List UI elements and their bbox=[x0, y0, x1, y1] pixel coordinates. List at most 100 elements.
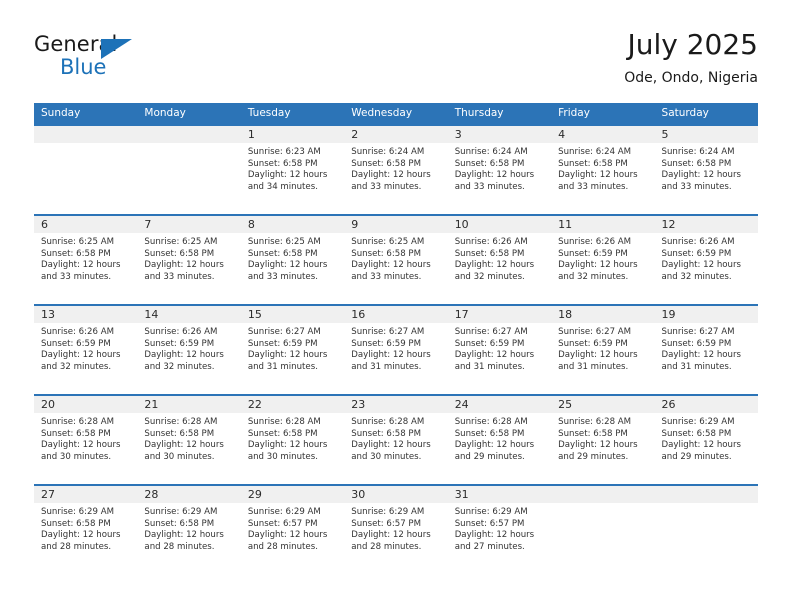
day-cell[interactable]: 11 Sunrise: 6:26 AM Sunset: 6:59 PM Dayligh… bbox=[551, 216, 655, 304]
day-number: 26 bbox=[661, 398, 676, 411]
day-details: Sunrise: 6:25 AM Sunset: 6:58 PM Daylight:… bbox=[34, 233, 137, 283]
day-detail-line: and 32 minutes. bbox=[661, 271, 732, 282]
day-detail-line: Sunset: 6:58 PM bbox=[454, 248, 525, 259]
page-subtitle: Ode, Ondo, Nigeria bbox=[624, 70, 758, 86]
day-number-band bbox=[137, 126, 241, 143]
day-detail-line: Sunset: 6:58 PM bbox=[351, 428, 422, 439]
day-number: 20 bbox=[41, 398, 55, 411]
day-detail-line: Sunrise: 6:24 AM bbox=[351, 147, 425, 157]
day-cell[interactable]: 16 Sunrise: 6:27 AM Sunset: 6:59 PM Dayligh… bbox=[344, 306, 448, 394]
day-cell[interactable]: 31 Sunrise: 6:29 AM Sunset: 6:57 PM Dayligh… bbox=[447, 486, 552, 574]
day-number-band: 3 bbox=[447, 126, 552, 143]
day-detail-line: Sunrise: 6:23 AM bbox=[247, 147, 321, 157]
day-cell[interactable]: 28 Sunrise: 6:29 AM Sunset: 6:58 PM Dayligh… bbox=[137, 486, 241, 574]
day-number-band: 27 bbox=[34, 486, 138, 503]
day-detail-line: Sunrise: 6:26 AM bbox=[454, 237, 528, 247]
day-cell[interactable]: 30 Sunrise: 6:29 AM Sunset: 6:57 PM Dayligh… bbox=[344, 486, 448, 574]
day-detail-line: and 30 minutes. bbox=[144, 451, 215, 462]
day-detail-line: and 33 minutes. bbox=[661, 181, 732, 192]
day-detail-line: and 33 minutes. bbox=[247, 271, 318, 282]
day-detail-line: and 28 minutes. bbox=[41, 541, 112, 552]
day-number-band: 15 bbox=[240, 306, 345, 323]
day-number: 3 bbox=[454, 128, 462, 141]
day-detail-line: Daylight: 12 hours bbox=[661, 260, 742, 271]
day-cell[interactable]: 26 Sunrise: 6:29 AM Sunset: 6:58 PM Dayligh… bbox=[654, 396, 758, 484]
day-details bbox=[137, 143, 240, 147]
day-cell[interactable]: 25 Sunrise: 6:28 AM Sunset: 6:58 PM Dayligh… bbox=[551, 396, 655, 484]
day-detail-line: Daylight: 12 hours bbox=[247, 260, 328, 271]
calendar-grid: Sunday Monday Tuesday Wednesday Thursday Frid… bbox=[34, 103, 758, 574]
day-number: 11 bbox=[558, 218, 573, 231]
day-detail-line: Sunset: 6:58 PM bbox=[144, 518, 215, 529]
day-details: Sunrise: 6:27 AM Sunset: 6:59 PM Daylight:… bbox=[241, 323, 344, 373]
day-detail-line: Sunset: 6:59 PM bbox=[144, 338, 215, 349]
day-cell[interactable]: 12 Sunrise: 6:26 AM Sunset: 6:59 PM Dayligh… bbox=[654, 216, 758, 304]
day-detail-line: Sunset: 6:58 PM bbox=[144, 428, 215, 439]
day-detail-line: and 29 minutes. bbox=[558, 451, 629, 462]
day-detail-line: and 30 minutes. bbox=[41, 451, 112, 462]
day-cell[interactable]: 5 Sunrise: 6:24 AM Sunset: 6:58 PM Daylight… bbox=[654, 126, 758, 214]
day-cell[interactable]: 21 Sunrise: 6:28 AM Sunset: 6:58 PM Dayligh… bbox=[137, 396, 241, 484]
day-detail-line: Sunset: 6:59 PM bbox=[247, 338, 318, 349]
day-detail-line: Daylight: 12 hours bbox=[247, 350, 328, 361]
day-cell[interactable]: 27 Sunrise: 6:29 AM Sunset: 6:58 PM Dayligh… bbox=[34, 486, 138, 574]
day-cell[interactable]: 22 Sunrise: 6:28 AM Sunset: 6:58 PM Dayligh… bbox=[240, 396, 345, 484]
day-detail-line: Sunrise: 6:27 AM bbox=[558, 327, 632, 337]
day-details: Sunrise: 6:24 AM Sunset: 6:58 PM Daylight:… bbox=[448, 143, 551, 193]
day-cell[interactable]: 4 Sunrise: 6:24 AM Sunset: 6:58 PM Daylight… bbox=[551, 126, 655, 214]
day-cell[interactable]: 6 Sunrise: 6:25 AM Sunset: 6:58 PM Daylight… bbox=[34, 216, 138, 304]
day-number-band: 14 bbox=[137, 306, 241, 323]
day-detail-line: Sunrise: 6:29 AM bbox=[144, 507, 218, 517]
day-detail-line: and 33 minutes. bbox=[351, 271, 422, 282]
day-cell[interactable]: 10 Sunrise: 6:26 AM Sunset: 6:58 PM Dayligh… bbox=[447, 216, 552, 304]
day-cell[interactable]: 29 Sunrise: 6:29 AM Sunset: 6:57 PM Dayligh… bbox=[240, 486, 345, 574]
day-cell[interactable]: 8 Sunrise: 6:25 AM Sunset: 6:58 PM Daylight… bbox=[240, 216, 345, 304]
day-details: Sunrise: 6:24 AM Sunset: 6:58 PM Daylight:… bbox=[551, 143, 654, 193]
day-detail-line: Sunrise: 6:25 AM bbox=[144, 237, 218, 247]
day-number: 12 bbox=[661, 218, 676, 231]
weekday-header-monday: Monday bbox=[144, 107, 186, 119]
day-cell[interactable]: 1 Sunrise: 6:23 AM Sunset: 6:58 PM Daylight… bbox=[240, 126, 345, 214]
day-number: 30 bbox=[351, 488, 366, 501]
day-cell[interactable]: 23 Sunrise: 6:28 AM Sunset: 6:58 PM Dayligh… bbox=[344, 396, 448, 484]
day-detail-line: and 33 minutes. bbox=[351, 181, 422, 192]
day-cell-empty bbox=[654, 486, 758, 574]
day-cell[interactable]: 18 Sunrise: 6:27 AM Sunset: 6:59 PM Dayligh… bbox=[551, 306, 655, 394]
calendar-week-row: 13 Sunrise: 6:26 AM Sunset: 6:59 PM Dayligh… bbox=[34, 304, 758, 394]
day-cell[interactable]: 17 Sunrise: 6:27 AM Sunset: 6:59 PM Dayligh… bbox=[447, 306, 552, 394]
day-number-band: 2 bbox=[344, 126, 448, 143]
day-cell[interactable]: 14 Sunrise: 6:26 AM Sunset: 6:59 PM Dayligh… bbox=[137, 306, 241, 394]
day-detail-line: and 33 minutes. bbox=[41, 271, 112, 282]
day-cell[interactable]: 3 Sunrise: 6:24 AM Sunset: 6:58 PM Daylight… bbox=[447, 126, 552, 214]
day-details: Sunrise: 6:27 AM Sunset: 6:59 PM Daylight:… bbox=[655, 323, 758, 373]
day-detail-line: Sunset: 6:59 PM bbox=[558, 248, 628, 259]
calendar-weeks: 1 Sunrise: 6:23 AM Sunset: 6:58 PM Daylight… bbox=[34, 124, 758, 574]
day-number-band: 16 bbox=[344, 306, 448, 323]
day-cell[interactable]: 20 Sunrise: 6:28 AM Sunset: 6:58 PM Dayligh… bbox=[34, 396, 138, 484]
day-detail-line: and 33 minutes. bbox=[558, 181, 629, 192]
day-cell[interactable]: 2 Sunrise: 6:24 AM Sunset: 6:58 PM Daylight… bbox=[344, 126, 448, 214]
day-cell[interactable]: 24 Sunrise: 6:28 AM Sunset: 6:58 PM Dayligh… bbox=[447, 396, 552, 484]
calendar-week-row: 27 Sunrise: 6:29 AM Sunset: 6:58 PM Dayligh… bbox=[34, 484, 758, 574]
day-cell[interactable]: 7 Sunrise: 6:25 AM Sunset: 6:58 PM Daylight… bbox=[137, 216, 241, 304]
day-number: 5 bbox=[661, 128, 669, 141]
day-detail-line: Sunrise: 6:26 AM bbox=[661, 237, 735, 247]
day-detail-line: Sunset: 6:59 PM bbox=[351, 338, 422, 349]
day-details bbox=[655, 503, 758, 507]
day-number-band: 28 bbox=[137, 486, 241, 503]
day-detail-line: Sunset: 6:58 PM bbox=[351, 248, 422, 259]
day-details: Sunrise: 6:28 AM Sunset: 6:58 PM Daylight:… bbox=[34, 413, 137, 463]
page-title: July 2025 bbox=[627, 28, 758, 61]
day-number-band: 26 bbox=[654, 396, 758, 413]
day-detail-line: Sunrise: 6:28 AM bbox=[351, 417, 425, 427]
day-cell[interactable]: 19 Sunrise: 6:27 AM Sunset: 6:59 PM Dayligh… bbox=[654, 306, 758, 394]
day-number: 7 bbox=[144, 218, 152, 231]
day-cell[interactable]: 13 Sunrise: 6:26 AM Sunset: 6:59 PM Dayligh… bbox=[34, 306, 138, 394]
day-number-band: 18 bbox=[551, 306, 655, 323]
day-number-band: 19 bbox=[654, 306, 758, 323]
day-detail-line: and 33 minutes. bbox=[144, 271, 215, 282]
day-number: 10 bbox=[454, 218, 469, 231]
day-cell[interactable]: 15 Sunrise: 6:27 AM Sunset: 6:59 PM Dayligh… bbox=[240, 306, 345, 394]
day-cell[interactable]: 9 Sunrise: 6:25 AM Sunset: 6:58 PM Daylight… bbox=[344, 216, 448, 304]
day-detail-line: and 28 minutes. bbox=[247, 541, 318, 552]
